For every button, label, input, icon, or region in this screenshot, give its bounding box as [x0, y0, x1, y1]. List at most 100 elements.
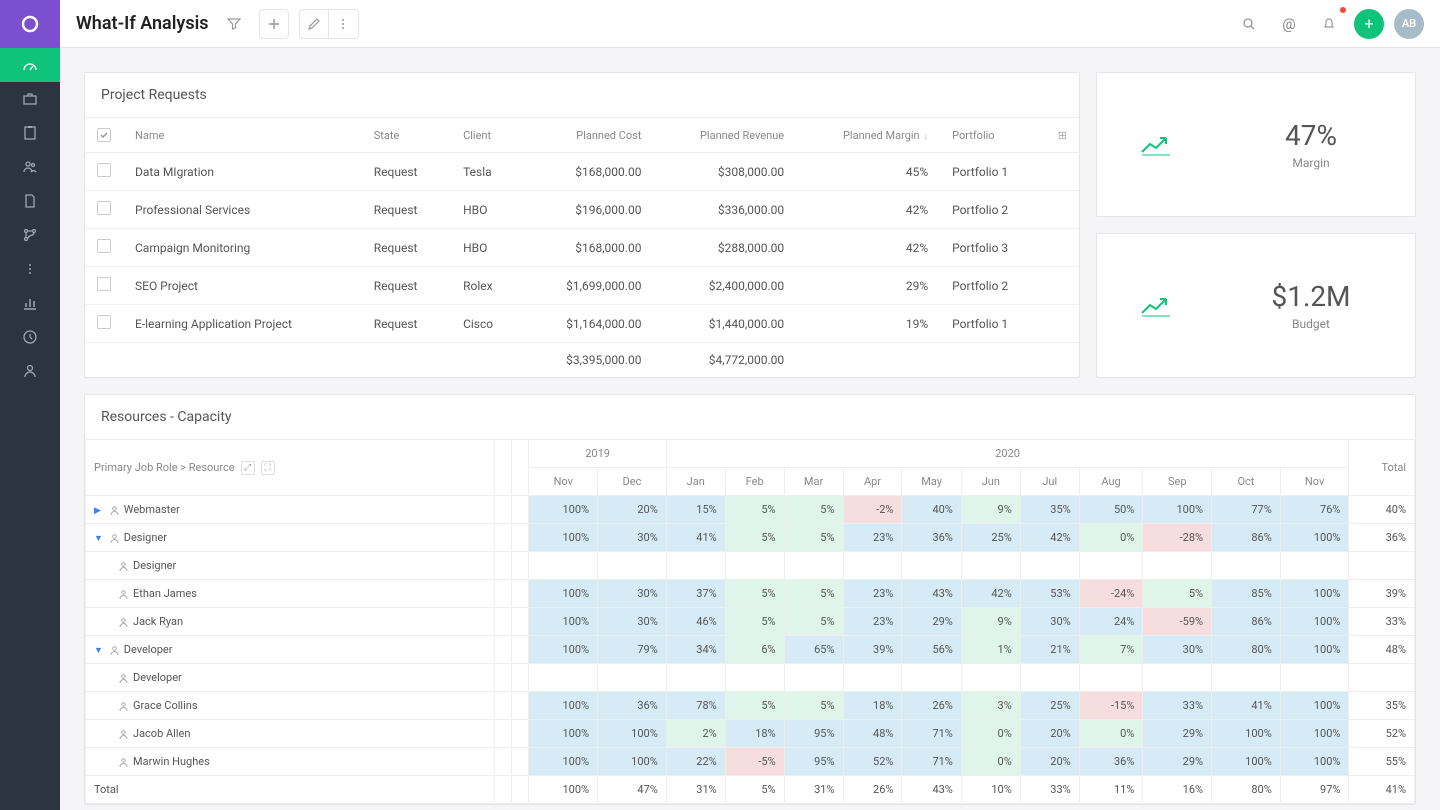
edit-icon[interactable]	[299, 9, 329, 39]
year-2019: 2019	[529, 440, 666, 468]
column-picker-icon[interactable]: ⊞	[1058, 129, 1067, 142]
capacity-cell: 5%	[784, 692, 843, 720]
resource-row[interactable]: Designer	[86, 552, 1415, 580]
capacity-cell: 26%	[902, 692, 961, 720]
resource-group-row[interactable]: ▼ Designer100%30%41%5%5%23%36%25%42%0%-2…	[86, 524, 1415, 552]
capacity-cell: 18%	[725, 720, 784, 748]
col-cost[interactable]: Planned Cost	[522, 118, 653, 153]
capacity-cell: 100%	[1280, 580, 1349, 608]
row-checkbox[interactable]	[97, 277, 111, 291]
capacity-cell: 36%	[902, 524, 961, 552]
capacity-cell: 7%	[1079, 636, 1143, 664]
resource-row[interactable]: Jacob Allen100%100%2%18%95%48%71%0%20%0%…	[86, 720, 1415, 748]
capacity-cell: 100%	[598, 748, 667, 776]
capacity-cell: 95%	[784, 748, 843, 776]
resources-capacity-panel: Resources - Capacity Primary Job Role > …	[84, 394, 1416, 805]
row-checkbox[interactable]	[97, 239, 111, 253]
capacity-cell: 15%	[666, 496, 725, 524]
nav-person-icon[interactable]	[0, 354, 60, 388]
capacity-cell	[902, 552, 961, 580]
footer-cell: 80%	[1212, 776, 1281, 804]
capacity-cell	[1079, 552, 1143, 580]
app-logo[interactable]	[0, 0, 60, 48]
table-row[interactable]: Campaign Monitoring Request HBO $168,000…	[85, 229, 1079, 267]
cell-name: E-learning Application Project	[123, 305, 362, 343]
col-state[interactable]: State	[362, 118, 451, 153]
resource-row[interactable]: Marwin Hughes100%100%22%-5%95%52%71%0%20…	[86, 748, 1415, 776]
nav-clipboard-icon[interactable]	[0, 116, 60, 150]
capacity-cell	[529, 664, 598, 692]
expand-icon[interactable]: ▶	[94, 506, 106, 516]
total-cost: $3,395,000.00	[522, 343, 653, 378]
capacity-cell: -2%	[843, 496, 902, 524]
global-add-button[interactable]: +	[1354, 9, 1384, 39]
resource-group-row[interactable]: ▶ Webmaster100%20%15%5%5%-2%40%9%35%50%1…	[86, 496, 1415, 524]
table-row[interactable]: E-learning Application Project Request C…	[85, 305, 1079, 343]
mention-icon[interactable]: @	[1274, 9, 1304, 39]
nav-briefcase-icon[interactable]	[0, 82, 60, 116]
capacity-cell: 85%	[1212, 580, 1281, 608]
nav-doc-icon[interactable]	[0, 184, 60, 218]
row-checkbox[interactable]	[97, 163, 111, 177]
nav-branch-icon[interactable]	[0, 218, 60, 252]
col-client[interactable]: Client	[451, 118, 522, 153]
footer-cell: 100%	[529, 776, 598, 804]
row-total: 48%	[1349, 636, 1415, 664]
add-button[interactable]	[259, 9, 289, 39]
more-icon[interactable]	[329, 9, 359, 39]
panel-title: Project Requests	[85, 73, 1079, 117]
col-portfolio[interactable]: Portfolio	[940, 118, 1046, 153]
capacity-cell: 86%	[1212, 608, 1281, 636]
bell-icon[interactable]	[1314, 9, 1344, 39]
table-row[interactable]: Professional Services Request HBO $196,0…	[85, 191, 1079, 229]
row-checkbox[interactable]	[97, 201, 111, 215]
capacity-cell: 25%	[961, 524, 1020, 552]
capacity-cell: 78%	[666, 692, 725, 720]
cell-revenue: $2,400,000.00	[653, 267, 796, 305]
cell-revenue: $308,000.00	[653, 153, 796, 191]
row-total: 39%	[1349, 580, 1415, 608]
sort-down-icon: ↓	[924, 132, 929, 142]
collapse-icon[interactable]: ⤢	[241, 461, 255, 475]
capacity-cell: 100%	[1212, 748, 1281, 776]
table-row[interactable]: SEO Project Request Rolex $1,699,000.00 …	[85, 267, 1079, 305]
search-icon[interactable]	[1234, 9, 1264, 39]
footer-cell: 10%	[961, 776, 1020, 804]
resource-group-row[interactable]: ▼ Developer100%79%34%6%65%39%56%1%21%7%3…	[86, 636, 1415, 664]
capacity-cell: 33%	[1143, 692, 1212, 720]
cell-cost: $168,000.00	[522, 153, 653, 191]
expand-icon[interactable]: ▼	[94, 533, 106, 544]
capacity-cell: 79%	[598, 636, 667, 664]
panel-title: Resources - Capacity	[85, 395, 1415, 439]
col-month: Mar	[784, 468, 843, 496]
select-all-checkbox[interactable]	[97, 128, 111, 142]
avatar[interactable]: AB	[1394, 9, 1424, 39]
nav-chart-icon[interactable]	[0, 286, 60, 320]
capacity-cell: 36%	[1079, 748, 1143, 776]
cell-margin: 29%	[796, 267, 940, 305]
filter-icon[interactable]	[219, 9, 249, 39]
nav-more-icon[interactable]	[0, 252, 60, 286]
capacity-cell: 53%	[1020, 580, 1079, 608]
nav-clock-icon[interactable]	[0, 320, 60, 354]
capacity-cell: 24%	[1079, 608, 1143, 636]
capacity-cell: 100%	[529, 580, 598, 608]
resource-row[interactable]: Ethan James100%30%37%5%5%23%43%42%53%-24…	[86, 580, 1415, 608]
expand-icon[interactable]: ▼	[94, 645, 106, 656]
nav-users-icon[interactable]	[0, 150, 60, 184]
resource-row[interactable]: Jack Ryan100%30%46%5%5%23%29%9%30%24%-59…	[86, 608, 1415, 636]
expand-icon[interactable]: ⛶	[261, 461, 275, 475]
col-margin[interactable]: Planned Margin↓	[796, 118, 940, 153]
capacity-cell: 23%	[843, 580, 902, 608]
resource-row[interactable]: Developer	[86, 664, 1415, 692]
col-month: Apr	[843, 468, 902, 496]
row-checkbox[interactable]	[97, 315, 111, 329]
capacity-cell: 23%	[843, 608, 902, 636]
capacity-cell: 2%	[666, 720, 725, 748]
resource-row[interactable]: Grace Collins100%36%78%5%5%18%26%3%25%-1…	[86, 692, 1415, 720]
resource-name: Designer	[133, 559, 176, 572]
col-revenue[interactable]: Planned Revenue	[653, 118, 796, 153]
table-row[interactable]: Data MIgration Request Tesla $168,000.00…	[85, 153, 1079, 191]
nav-dashboard-icon[interactable]	[0, 48, 60, 82]
col-name[interactable]: Name	[123, 118, 362, 153]
